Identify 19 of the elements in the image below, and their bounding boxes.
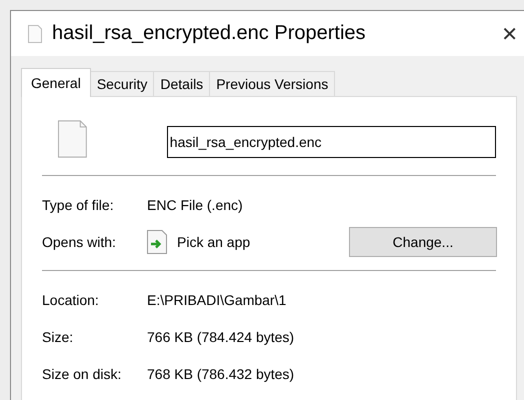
field-label: Location: — [42, 292, 100, 308]
app-icon — [147, 230, 167, 254]
field-value: 766 KB (784.424 bytes) — [147, 328, 294, 344]
field-value: E:\PRIBADI\Gambar\1 — [147, 292, 286, 308]
close-button[interactable]: ✕ — [495, 22, 524, 46]
field-value: ENC File (.enc) — [147, 196, 243, 212]
field-value: Pick an app — [177, 234, 252, 250]
field-label: Opens with: — [42, 234, 117, 250]
change-button[interactable]: Change... — [349, 226, 497, 256]
field-label: Size: — [42, 328, 74, 344]
name-field[interactable]: hasil_rsa_encrypted.enc — [166, 126, 496, 158]
field-label: Size on disk: — [42, 366, 122, 382]
tab[interactable]: General — [21, 68, 91, 97]
file-icon — [28, 24, 42, 42]
field-label: Type of file: — [42, 196, 115, 212]
window-title: hasil_rsa_encrypted.enc Properties — [52, 22, 366, 45]
file-icon — [58, 119, 87, 159]
field-value: 768 KB (786.432 bytes) — [147, 366, 294, 382]
tab[interactable]: Previous Versions — [209, 71, 336, 96]
